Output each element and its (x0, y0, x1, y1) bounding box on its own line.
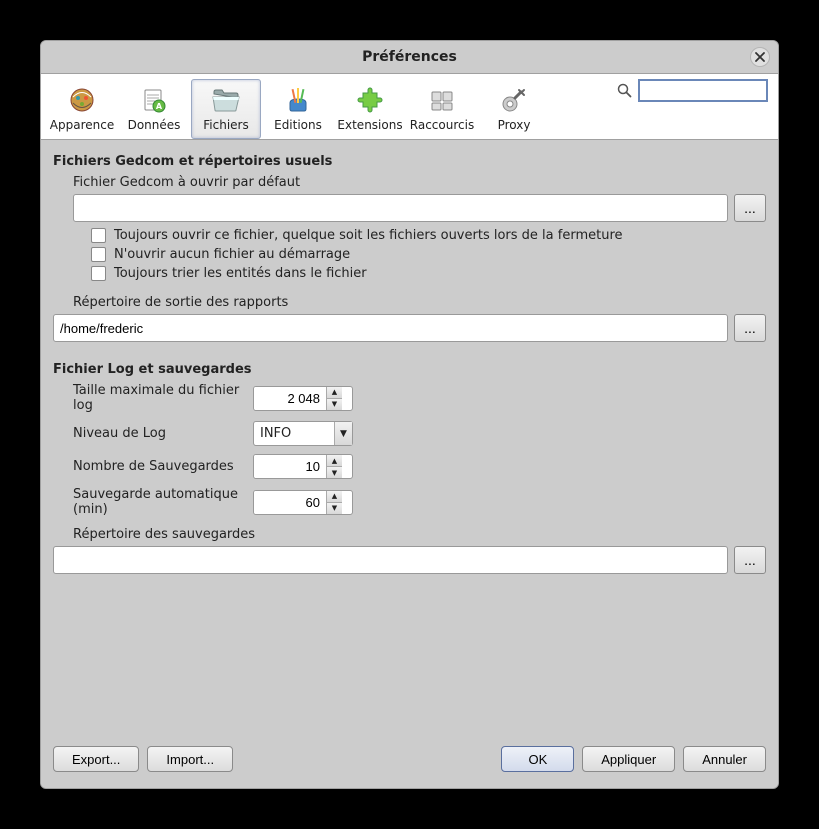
tab-extensions[interactable]: Extensions (335, 79, 405, 139)
checkbox-sort-label: Toujours trier les entités dans le fichi… (114, 266, 367, 281)
chevron-down-icon: ▼ (334, 422, 352, 445)
export-button[interactable]: Export... (53, 746, 139, 772)
tab-data[interactable]: A Données (119, 79, 189, 139)
tab-label: Editions (274, 118, 322, 132)
svg-text:A: A (156, 102, 163, 111)
cancel-button[interactable]: Annuler (683, 746, 766, 772)
close-icon (755, 52, 765, 62)
log-level-select[interactable]: INFO ▼ (253, 421, 353, 446)
reports-dir-input[interactable] (53, 314, 728, 342)
section-log-title: Fichier Log et sauvegardes (53, 362, 766, 377)
close-button[interactable] (750, 47, 770, 67)
search-input[interactable] (638, 79, 768, 102)
gedcom-file-label: Fichier Gedcom à ouvrir par défaut (73, 175, 766, 190)
toolbar-search (616, 79, 772, 102)
log-size-input[interactable] (254, 387, 326, 410)
gedcom-browse-button[interactable]: ... (734, 194, 766, 222)
checkbox-always-open[interactable] (91, 228, 106, 243)
log-size-spinner[interactable]: ▲ ▼ (253, 386, 353, 411)
checkbox-no-open[interactable] (91, 247, 106, 262)
window-title: Préférences (362, 49, 457, 65)
log-size-label: Taille maximale du fichier log (73, 383, 253, 413)
reports-dir-browse-button[interactable]: ... (734, 314, 766, 342)
folder-icon (209, 84, 243, 116)
content-area: Fichiers Gedcom et répertoires usuels Fi… (41, 140, 778, 742)
tab-shortcuts[interactable]: Raccourcis (407, 79, 477, 139)
tab-editions[interactable]: Editions (263, 79, 333, 139)
spin-down-icon[interactable]: ▼ (327, 399, 342, 410)
spin-up-icon[interactable]: ▲ (327, 387, 342, 399)
keyboard-icon (425, 84, 459, 116)
preferences-window: Préférences Apparence A Données Fichiers (40, 40, 779, 789)
tab-label: Apparence (50, 118, 114, 132)
reports-dir-label: Répertoire de sortie des rapports (73, 295, 766, 310)
backup-dir-label: Répertoire des sauvegardes (73, 527, 766, 542)
auto-backup-input[interactable] (254, 491, 326, 514)
backup-count-input[interactable] (254, 455, 326, 478)
tab-files[interactable]: Fichiers (191, 79, 261, 139)
tab-label: Données (128, 118, 181, 132)
tab-label: Extensions (337, 118, 402, 132)
spin-up-icon[interactable]: ▲ (327, 491, 342, 503)
tab-label: Raccourcis (410, 118, 474, 132)
backup-count-label: Nombre de Sauvegardes (73, 459, 253, 474)
auto-backup-label: Sauvegarde automatique (min) (73, 487, 253, 517)
tab-proxy[interactable]: Proxy (479, 79, 549, 139)
editions-icon (281, 84, 315, 116)
toolbar: Apparence A Données Fichiers Editions Ex… (41, 73, 778, 140)
log-level-label: Niveau de Log (73, 426, 253, 441)
checkbox-always-open-label: Toujours ouvrir ce fichier, quelque soit… (114, 228, 623, 243)
checkbox-no-open-label: N'ouvrir aucun fichier au démarrage (114, 247, 350, 262)
spin-down-icon[interactable]: ▼ (327, 467, 342, 478)
titlebar: Préférences (41, 41, 778, 73)
tab-label: Fichiers (203, 118, 248, 132)
backup-count-spinner[interactable]: ▲ ▼ (253, 454, 353, 479)
data-icon: A (137, 84, 171, 116)
spin-down-icon[interactable]: ▼ (327, 503, 342, 514)
dialog-footer: Export... Import... OK Appliquer Annuler (41, 742, 778, 788)
puzzle-icon (353, 84, 387, 116)
auto-backup-spinner[interactable]: ▲ ▼ (253, 490, 353, 515)
ok-button[interactable]: OK (501, 746, 574, 772)
checkbox-sort[interactable] (91, 266, 106, 281)
tab-label: Proxy (498, 118, 531, 132)
proxy-icon (497, 84, 531, 116)
apply-button[interactable]: Appliquer (582, 746, 675, 772)
tab-appearance[interactable]: Apparence (47, 79, 117, 139)
appearance-icon (65, 84, 99, 116)
import-button[interactable]: Import... (147, 746, 233, 772)
gedcom-file-input[interactable] (73, 194, 728, 222)
section-gedcom-title: Fichiers Gedcom et répertoires usuels (53, 154, 766, 169)
backup-dir-browse-button[interactable]: ... (734, 546, 766, 574)
log-level-value: INFO (254, 426, 334, 441)
search-icon (616, 83, 632, 99)
backup-dir-input[interactable] (53, 546, 728, 574)
spin-up-icon[interactable]: ▲ (327, 455, 342, 467)
